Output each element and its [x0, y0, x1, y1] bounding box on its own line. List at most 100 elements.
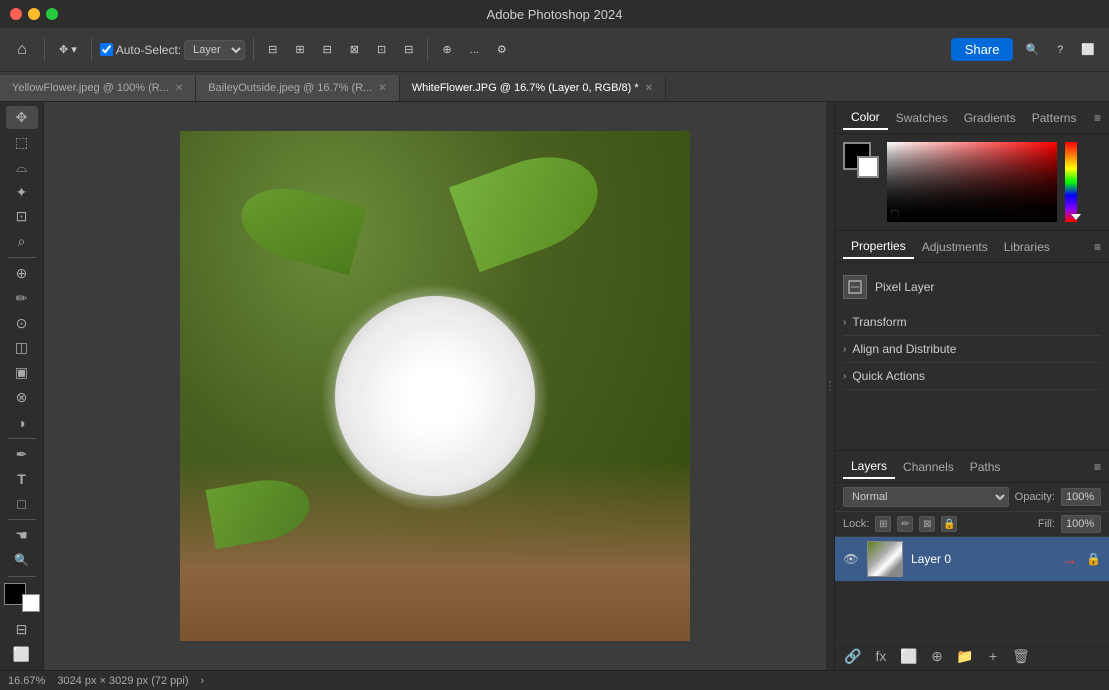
color-panel-menu[interactable]: ≡ [1094, 111, 1101, 125]
window-controls[interactable] [10, 8, 58, 20]
eyedropper-tool[interactable]: ⌕ [6, 230, 38, 253]
libraries-tab[interactable]: Libraries [996, 236, 1058, 258]
add-mask-btn[interactable]: ⬜ [899, 646, 919, 666]
properties-panel: Properties Adjustments Libraries ≡ Pixel… [835, 231, 1109, 450]
lock-artboard-icon[interactable]: ⊠ [919, 516, 935, 532]
background-swatch[interactable] [857, 156, 879, 178]
dist-gap-btn[interactable]: ⊟ [398, 37, 419, 63]
layer-lock-icon[interactable]: 🔒 [1086, 552, 1101, 566]
auto-select-dropdown[interactable]: Layer Group [184, 40, 245, 60]
settings-btn[interactable]: ⚙ [491, 37, 513, 63]
gradients-tab[interactable]: Gradients [956, 107, 1024, 129]
align-center-btn[interactable]: ⊞ [289, 37, 310, 63]
lasso-tool[interactable]: ⌓ [6, 156, 38, 179]
move-icon: ✥ [59, 43, 68, 56]
paint-bucket-tool[interactable]: ▣ [6, 361, 38, 384]
crop-tool[interactable]: ⊡ [6, 205, 38, 228]
adjustments-tab[interactable]: Adjustments [914, 236, 996, 258]
fg-bg-colors[interactable] [843, 142, 879, 178]
align-right-btn[interactable]: ⊟ [317, 37, 338, 63]
rect-select-tool[interactable]: ⬚ [6, 131, 38, 154]
background-color[interactable] [22, 594, 40, 612]
move-tool-btn[interactable]: ✥ ▾ [53, 37, 83, 63]
text-tool[interactable]: T [6, 468, 38, 491]
paths-tab[interactable]: Paths [962, 456, 1009, 478]
tool-divider-1 [8, 257, 36, 258]
align-left-btn[interactable]: ⊟ [262, 37, 283, 63]
brush-tool[interactable]: ✏ [6, 287, 38, 310]
magic-wand-tool[interactable]: ✦ [6, 181, 38, 204]
titlebar: Adobe Photoshop 2024 [0, 0, 1109, 28]
lock-all-icon[interactable]: 🔒 [941, 516, 957, 532]
zoom-level: 16.67% [8, 675, 45, 687]
shape-tool[interactable]: □ [6, 493, 38, 516]
dist-h-btn[interactable]: ⊠ [344, 37, 365, 63]
link-layers-btn[interactable]: 🔗 [843, 646, 863, 666]
layers-tab[interactable]: Layers [843, 455, 895, 479]
search-button[interactable]: 🔍 [1019, 37, 1045, 63]
canvas[interactable] [180, 131, 690, 641]
props-panel-menu[interactable]: ≡ [1094, 240, 1101, 254]
main-toolbar: ⌂ ✥ ▾ Auto-Select: Layer Group ⊟ ⊞ ⊟ ⊠ ⊡… [0, 28, 1109, 72]
tool-divider-3 [8, 519, 36, 520]
fill-input[interactable] [1061, 515, 1101, 533]
layer-visibility-toggle[interactable]: 👁 [843, 551, 859, 567]
dodge-tool[interactable]: ◑ [6, 411, 38, 434]
minimize-button[interactable] [28, 8, 40, 20]
blend-mode-dropdown[interactable]: Normal Dissolve Multiply Screen [843, 487, 1009, 507]
more-btn[interactable]: ... [464, 37, 485, 63]
delete-layer-btn[interactable]: 🗑 [1011, 646, 1031, 666]
adjustment-layer-btn[interactable]: ⊕ [927, 646, 947, 666]
opacity-input[interactable] [1061, 488, 1101, 506]
layers-panel-menu[interactable]: ≡ [1094, 460, 1101, 474]
move-tool[interactable]: ✥ [6, 106, 38, 129]
new-layer-btn[interactable]: + [983, 646, 1003, 666]
spot-heal-tool[interactable]: ⊕ [6, 262, 38, 285]
dist-v-btn[interactable]: ⊡ [371, 37, 392, 63]
maximize-button[interactable] [46, 8, 58, 20]
layer-item-0[interactable]: 👁 Layer 0 → 🔒 [835, 537, 1109, 581]
quick-actions-row[interactable]: › Quick Actions [843, 363, 1101, 390]
align-distribute-row[interactable]: › Align and Distribute [843, 336, 1101, 363]
pen-tool[interactable]: ✒ [6, 443, 38, 466]
workspaces-button[interactable]: ⬜ [1075, 37, 1101, 63]
tab-whiteflower-close[interactable]: ✕ [645, 83, 653, 94]
auto-select-checkbox[interactable] [100, 43, 113, 56]
split-handle[interactable] [826, 102, 834, 670]
lock-position-icon[interactable]: ⊞ [875, 516, 891, 532]
hue-strip[interactable] [1065, 142, 1077, 222]
swatches-tab[interactable]: Swatches [888, 107, 956, 129]
properties-tab[interactable]: Properties [843, 235, 914, 259]
zoom-tool[interactable]: 🔍 [6, 549, 38, 572]
color-tab[interactable]: Color [843, 106, 888, 130]
color-gradient-area[interactable] [887, 142, 1101, 222]
patterns-tab[interactable]: Patterns [1024, 107, 1085, 129]
tab-whiteflower[interactable]: WhiteFlower.JPG @ 16.7% (Layer 0, RGB/8)… [400, 75, 666, 101]
tab-yellowflower-close[interactable]: ✕ [175, 83, 183, 94]
quick-mask-tool[interactable]: ⊟ [6, 618, 38, 641]
close-button[interactable] [10, 8, 22, 20]
channels-tab[interactable]: Channels [895, 456, 962, 478]
tab-yellowflower-label: YellowFlower.jpeg @ 100% (R... [12, 82, 169, 94]
screen-mode-tool[interactable]: ⬜ [6, 643, 38, 666]
lock-paint-icon[interactable]: ✏ [897, 516, 913, 532]
tab-baileyoutside-close[interactable]: ✕ [378, 83, 386, 94]
transform-btn[interactable]: ⊕ [436, 37, 457, 63]
tab-baileyoutside[interactable]: BaileyOutside.jpeg @ 16.7% (R... ✕ [196, 75, 399, 101]
share-button[interactable]: Share [951, 38, 1014, 61]
blur-tool[interactable]: ⊗ [6, 386, 38, 409]
clone-stamp-tool[interactable]: ⊙ [6, 312, 38, 335]
fx-btn[interactable]: fx [871, 646, 891, 666]
main-layout: ✥ ⬚ ⌓ ✦ ⊡ ⌕ ⊕ ✏ ⊙ ◫ ▣ ⊗ ◑ ✒ T □ ☚ 🔍 ⊟ ⬜ [0, 102, 1109, 670]
home-button[interactable]: ⌂ [8, 36, 36, 64]
eraser-tool[interactable]: ◫ [6, 337, 38, 360]
align-chevron: › [843, 344, 846, 355]
canvas-area[interactable] [44, 102, 826, 670]
transform-row[interactable]: › Transform [843, 309, 1101, 336]
hand-tool[interactable]: ☚ [6, 524, 38, 547]
help-button[interactable]: ? [1051, 37, 1069, 63]
fg-bg-color-selector[interactable] [4, 583, 40, 612]
color-gradient-main[interactable] [887, 142, 1057, 222]
group-layers-btn[interactable]: 📁 [955, 646, 975, 666]
tab-yellowflower[interactable]: YellowFlower.jpeg @ 100% (R... ✕ [0, 75, 196, 101]
